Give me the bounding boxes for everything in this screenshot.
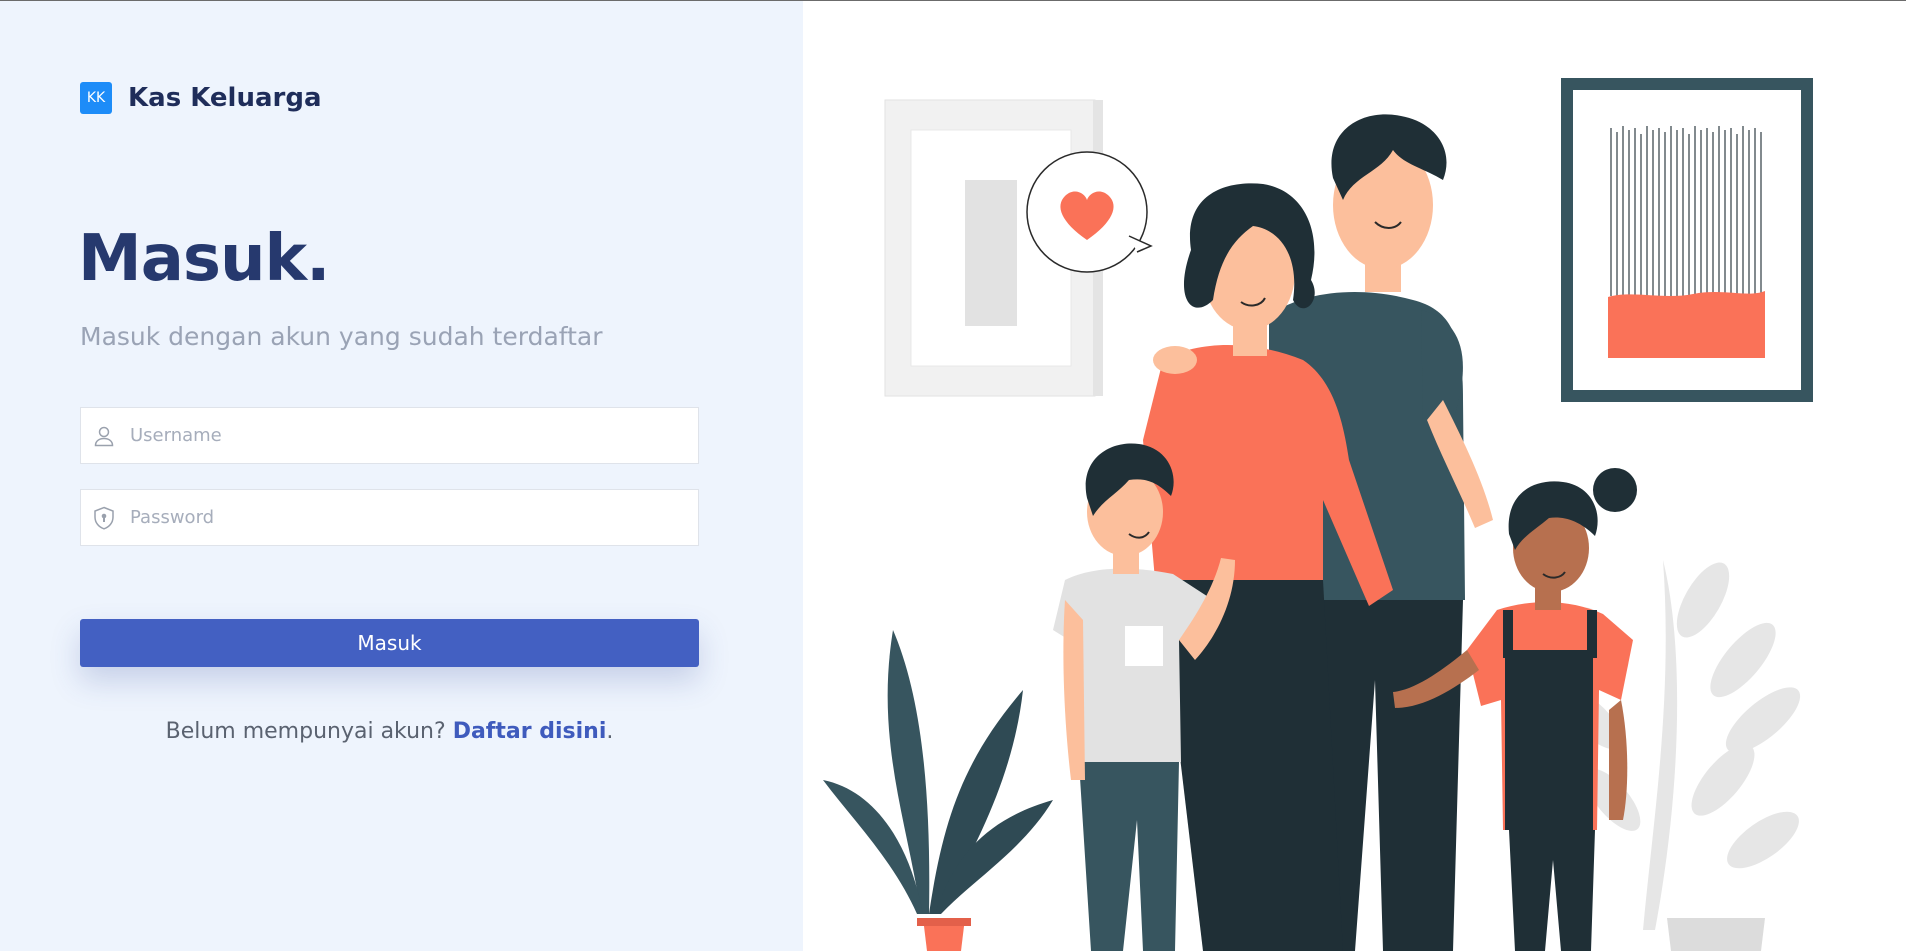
page-title: Masuk. [78, 222, 330, 296]
family-illustration [823, 78, 1813, 951]
shield-icon [92, 506, 116, 530]
brand-name: Kas Keluarga [128, 83, 322, 113]
register-suffix: . [606, 719, 614, 744]
password-input[interactable] [128, 506, 672, 529]
register-prompt: Belum mempunyai akun? Daftar disini. [80, 719, 699, 744]
username-input[interactable] [128, 424, 672, 447]
right-picture-frame [1561, 78, 1813, 402]
heart-icon [1026, 151, 1153, 273]
password-field[interactable] [80, 489, 699, 546]
register-prompt-text: Belum mempunyai akun? [165, 719, 446, 744]
login-panel: KK Kas Keluarga Masuk. Masuk dengan akun… [0, 0, 803, 951]
user-icon [92, 424, 116, 448]
top-border [0, 0, 1906, 1]
left-plant [823, 630, 1053, 951]
username-field[interactable] [80, 407, 699, 464]
illustration-panel [803, 0, 1906, 951]
brand-logo: KK [80, 82, 112, 114]
brand: KK Kas Keluarga [80, 82, 322, 114]
register-link[interactable]: Daftar disini [453, 719, 607, 744]
page-subtitle: Masuk dengan akun yang sudah terdaftar [80, 322, 603, 351]
login-button[interactable]: Masuk [80, 619, 699, 667]
